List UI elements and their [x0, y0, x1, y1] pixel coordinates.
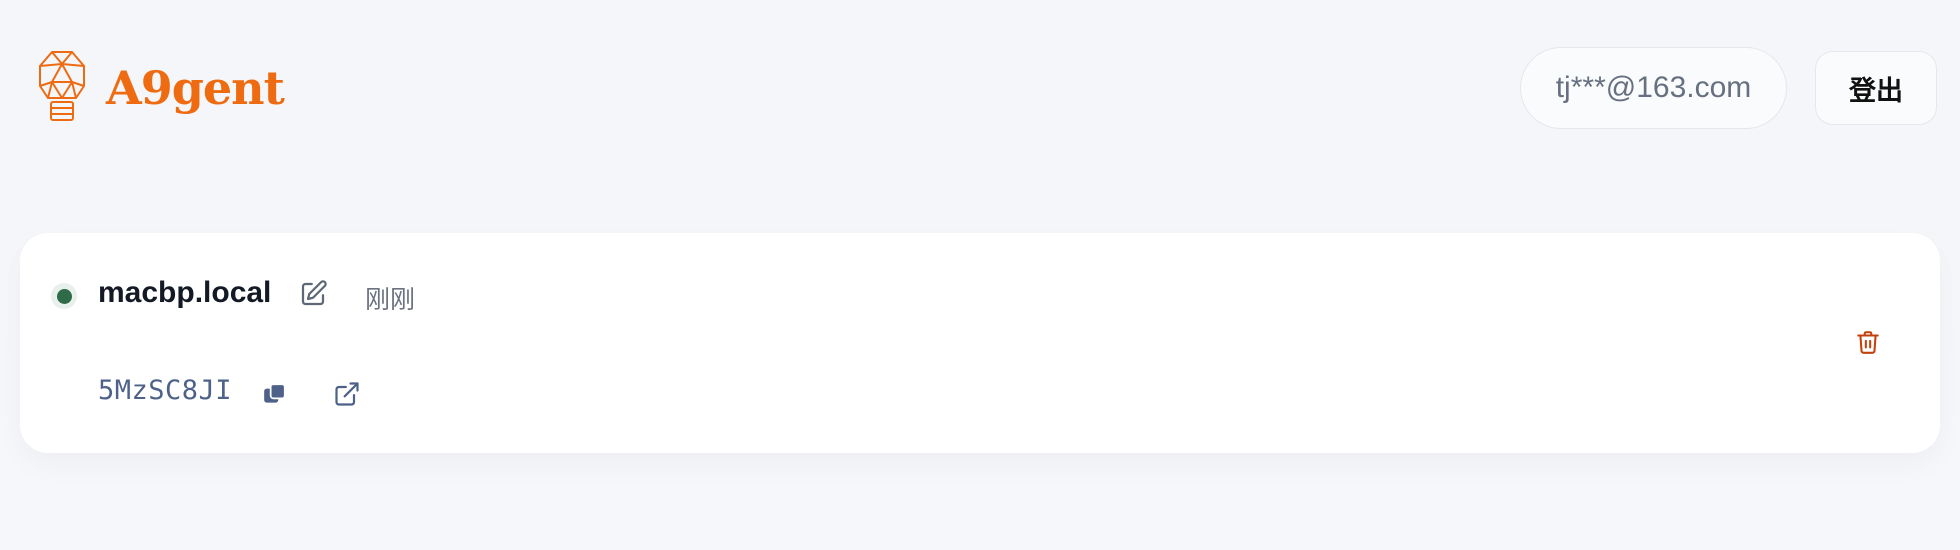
external-link-icon — [335, 382, 359, 406]
device-code: 5MzSC8JI — [98, 375, 233, 406]
edit-icon — [301, 280, 327, 306]
copy-icon — [264, 383, 286, 403]
user-email-badge[interactable]: tj***@163.com — [1520, 47, 1787, 129]
device-name: macbp.local — [98, 276, 272, 309]
edit-device-name-button[interactable] — [296, 277, 330, 311]
brand[interactable]: A9gent — [38, 50, 285, 126]
delete-device-button[interactable] — [1851, 325, 1885, 359]
copy-code-button[interactable] — [258, 377, 292, 411]
last-seen-time: 刚刚 — [365, 286, 416, 314]
brand-name: A9gent — [106, 61, 285, 115]
logout-button[interactable]: 登出 — [1815, 51, 1937, 125]
app-header: A9gent tj***@163.com 登出 — [0, 0, 1960, 175]
geometric-lightbulb-icon — [39, 51, 85, 121]
device-card: macbp.local 刚刚 5MzSC8JI — [20, 233, 1940, 453]
trash-icon — [1857, 331, 1879, 354]
status-online-indicator — [51, 283, 77, 309]
open-device-button[interactable] — [330, 377, 364, 411]
